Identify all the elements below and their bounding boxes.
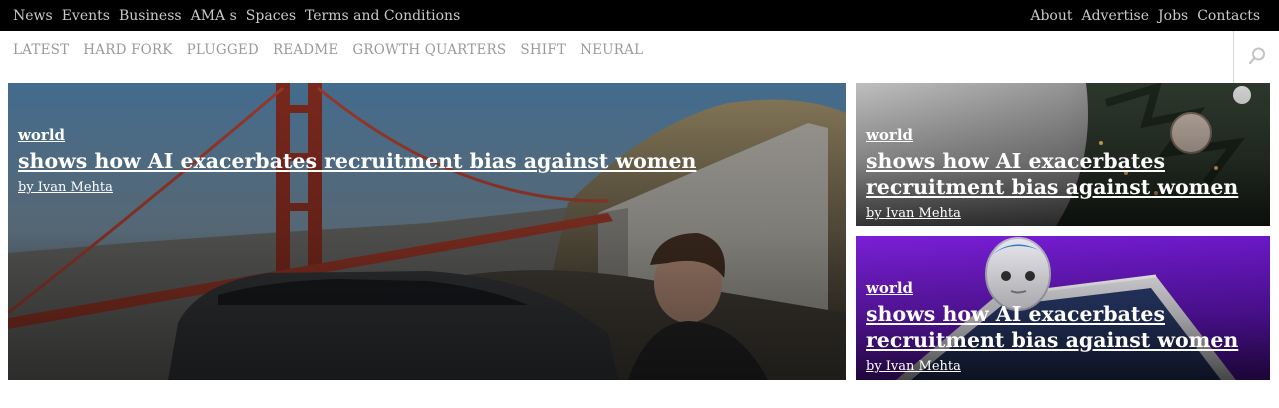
article-card-christmas[interactable]: world shows how AI exacerbates recruitme… [856, 83, 1270, 226]
category-shift-link[interactable]: SHIFT [520, 42, 566, 58]
search-icon [1248, 47, 1265, 65]
category-growth-quarters-link[interactable]: GROWTH QUARTERS [352, 42, 506, 58]
top-nav-advertise-link[interactable]: Advertise [1081, 8, 1149, 24]
featured-article-text: world shows how AI exacerbates recruitme… [18, 126, 696, 195]
top-nav-left: News Events Business AMA s Spaces Terms … [0, 8, 469, 24]
top-nav-news-link[interactable]: News [13, 8, 53, 24]
category-navigation: LATEST HARD FORK PLUGGED README GROWTH Q… [0, 31, 1279, 83]
top-nav-spaces-link[interactable]: Spaces [246, 8, 296, 24]
category-links: LATEST HARD FORK PLUGGED README GROWTH Q… [13, 42, 657, 58]
article-title-link[interactable]: shows how AI exacerbates recruitment bia… [866, 301, 1266, 353]
article-card-robot[interactable]: world shows how AI exacerbates recruitme… [856, 236, 1270, 380]
article-title-link[interactable]: shows how AI exacerbates recruitment bia… [866, 148, 1266, 200]
article-author-link[interactable]: by Ivan Mehta [866, 359, 1266, 374]
top-nav-business-link[interactable]: Business [119, 8, 182, 24]
top-nav-jobs-link[interactable]: Jobs [1158, 8, 1188, 24]
top-nav-right: About Advertise Jobs Contacts [1021, 8, 1279, 24]
top-nav-contacts-link[interactable]: Contacts [1197, 8, 1260, 24]
article-text: world shows how AI exacerbates recruitme… [866, 279, 1266, 374]
top-nav-amas-link[interactable]: AMA s [191, 8, 237, 24]
top-navigation-bar: News Events Business AMA s Spaces Terms … [0, 0, 1279, 31]
category-plugged-link[interactable]: PLUGGED [187, 42, 259, 58]
category-latest-link[interactable]: LATEST [13, 42, 69, 58]
article-category-link[interactable]: world [866, 279, 1266, 297]
article-category-link[interactable]: world [866, 126, 1266, 144]
article-title-link[interactable]: shows how AI exacerbates recruitment bia… [18, 148, 696, 174]
search-button[interactable] [1233, 31, 1279, 83]
article-category-link[interactable]: world [18, 126, 696, 144]
article-author-link[interactable]: by Ivan Mehta [866, 206, 1266, 221]
top-nav-about-link[interactable]: About [1030, 8, 1072, 24]
article-author-link[interactable]: by Ivan Mehta [18, 180, 696, 195]
category-readme-link[interactable]: README [273, 42, 338, 58]
category-hard-fork-link[interactable]: HARD FORK [83, 42, 172, 58]
featured-article-card[interactable]: world shows how AI exacerbates recruitme… [8, 83, 846, 380]
top-nav-events-link[interactable]: Events [62, 8, 110, 24]
top-nav-terms-link[interactable]: Terms and Conditions [305, 8, 460, 24]
category-neural-link[interactable]: NEURAL [580, 42, 643, 58]
article-text: world shows how AI exacerbates recruitme… [866, 126, 1266, 221]
